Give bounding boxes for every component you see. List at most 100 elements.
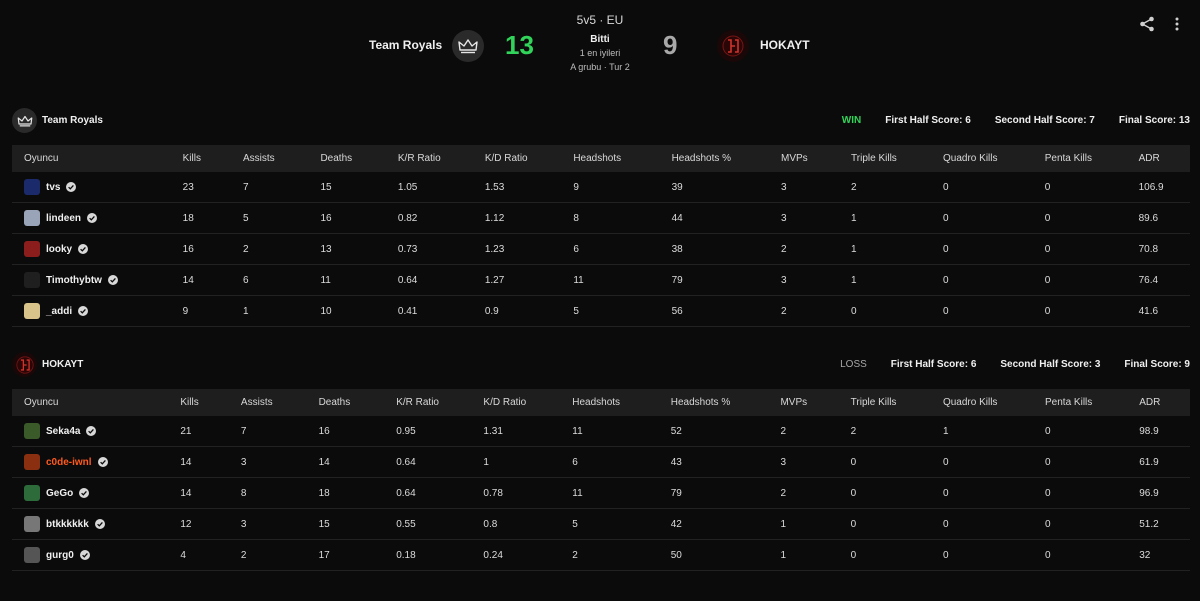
column-header[interactable]: Headshots % xyxy=(659,145,769,172)
stat-cell: 2 xyxy=(768,477,839,509)
column-header[interactable]: Kills xyxy=(170,145,232,172)
player-name[interactable]: Seka4a xyxy=(46,426,80,437)
stat-cell: 0 xyxy=(839,295,932,327)
column-header[interactable]: Penta Kills xyxy=(1032,145,1127,172)
team2-score: 9 xyxy=(663,30,678,60)
column-header[interactable]: K/R Ratio xyxy=(385,145,473,172)
avatar[interactable] xyxy=(24,547,40,563)
match-group: A grubu · Tur 2 xyxy=(570,62,630,72)
table-row[interactable]: GeGo 14 8 18 0.64 0.78 11 79 2 0 0 0 96.9 xyxy=(12,477,1190,509)
table-row[interactable]: c0de-iwnl 14 3 14 0.64 1 6 43 3 0 0 0 61.9 xyxy=(12,446,1190,478)
player-cell[interactable]: lindeen xyxy=(12,202,171,234)
table-row[interactable]: looky 16 2 13 0.73 1.23 6 38 2 1 0 0 70.8 xyxy=(12,233,1190,265)
team1-second-half: Second Half Score: 7 xyxy=(994,115,1095,126)
team2-name[interactable]: HOKAYT xyxy=(760,38,810,52)
stat-cell: 10 xyxy=(308,295,386,327)
player-name[interactable]: c0de-iwnl xyxy=(46,457,92,468)
team2-logo[interactable] xyxy=(717,30,749,62)
column-header[interactable]: Deaths xyxy=(308,145,386,172)
player-cell[interactable]: Seka4a xyxy=(12,416,169,447)
stat-cell: 0 xyxy=(1032,264,1127,296)
team2-section-logo xyxy=(12,352,37,377)
player-name[interactable]: btkkkkkk xyxy=(46,519,89,530)
table-row[interactable]: Seka4a 21 7 16 0.95 1.31 11 52 2 2 1 0 98.9 xyxy=(12,416,1190,447)
column-header[interactable]: Penta Kills xyxy=(1033,389,1128,416)
player-cell[interactable]: looky xyxy=(12,233,171,265)
player-cell[interactable]: tvs xyxy=(12,172,171,203)
player-cell[interactable]: GeGo xyxy=(12,477,169,509)
stat-cell: 0 xyxy=(930,539,1034,571)
table-row[interactable]: _addi 9 1 10 0.41 0.9 5 56 2 0 0 0 41.6 xyxy=(12,295,1190,327)
player-name[interactable]: tvs xyxy=(46,182,60,193)
player-cell[interactable]: gurg0 xyxy=(12,539,169,571)
player-name[interactable]: looky xyxy=(46,244,72,255)
team1-first-half: First Half Score: 6 xyxy=(885,115,971,126)
avatar[interactable] xyxy=(24,516,40,532)
table-row[interactable]: gurg0 4 2 17 0.18 0.24 2 50 1 0 0 0 32 xyxy=(12,539,1190,571)
column-header[interactable]: Oyuncu xyxy=(12,389,169,416)
player-cell[interactable]: _addi xyxy=(12,295,171,327)
column-header[interactable]: MVPs xyxy=(768,389,839,416)
column-header[interactable]: Quadro Kills xyxy=(931,145,1033,172)
stat-cell: 0 xyxy=(931,202,1033,234)
stat-cell: 11 xyxy=(560,477,659,509)
avatar[interactable] xyxy=(24,423,40,439)
more-options-icon[interactable] xyxy=(1171,16,1183,32)
player-name[interactable]: lindeen xyxy=(46,213,81,224)
column-header[interactable]: Triple Kills xyxy=(839,145,932,172)
column-header[interactable]: Headshots % xyxy=(658,389,769,416)
stat-cell: 0.64 xyxy=(384,477,472,509)
stat-cell: 14 xyxy=(168,477,229,509)
column-header[interactable]: Kills xyxy=(168,389,229,416)
column-header[interactable]: Deaths xyxy=(306,389,385,416)
team2-scores: LOSS First Half Score: 6 Second Half Sco… xyxy=(816,359,1190,370)
avatar[interactable] xyxy=(24,179,40,195)
column-header[interactable]: Oyuncu xyxy=(12,145,171,172)
avatar[interactable] xyxy=(24,303,40,319)
table-row[interactable]: btkkkkkk 12 3 15 0.55 0.8 5 42 1 0 0 0 51.2 xyxy=(12,508,1190,540)
stat-cell: 9 xyxy=(561,172,660,203)
table-row[interactable]: lindeen 18 5 16 0.82 1.12 8 44 3 1 0 0 89.6 xyxy=(12,202,1190,234)
column-header[interactable]: K/R Ratio xyxy=(384,389,472,416)
player-cell[interactable]: btkkkkkk xyxy=(12,508,169,540)
stat-cell: 42 xyxy=(658,508,769,540)
column-header[interactable]: K/D Ratio xyxy=(472,145,562,172)
column-header[interactable]: MVPs xyxy=(769,145,840,172)
avatar[interactable] xyxy=(24,454,40,470)
share-icon[interactable] xyxy=(1139,16,1155,32)
player-name[interactable]: gurg0 xyxy=(46,550,74,561)
stat-cell: 0 xyxy=(931,172,1033,203)
player-cell[interactable]: Timothybtw xyxy=(12,264,171,296)
stat-cell: 2 xyxy=(769,295,840,327)
column-header[interactable]: Assists xyxy=(231,145,309,172)
team1-result: WIN xyxy=(841,115,862,126)
stat-cell: 76.4 xyxy=(1126,264,1190,296)
player-name[interactable]: Timothybtw xyxy=(46,275,102,286)
table-row[interactable]: tvs 23 7 15 1.05 1.53 9 39 3 2 0 0 106.9 xyxy=(12,172,1190,203)
team2-section-name[interactable]: HOKAYT xyxy=(42,359,83,370)
avatar[interactable] xyxy=(24,485,40,501)
column-header[interactable]: Assists xyxy=(228,389,307,416)
stat-cell: 7 xyxy=(228,416,307,447)
player-name[interactable]: _addi xyxy=(46,306,72,317)
avatar[interactable] xyxy=(24,272,40,288)
column-header[interactable]: Triple Kills xyxy=(838,389,931,416)
table-row[interactable]: Timothybtw 14 6 11 0.64 1.27 11 79 3 1 0 0 76.4 xyxy=(12,264,1190,296)
team1-section-name[interactable]: Team Royals xyxy=(42,115,103,126)
avatar[interactable] xyxy=(24,241,40,257)
column-header[interactable]: Headshots xyxy=(561,145,660,172)
stat-cell: 0 xyxy=(931,264,1033,296)
player-name[interactable]: GeGo xyxy=(46,488,73,499)
avatar[interactable] xyxy=(24,210,40,226)
stat-cell: 2 xyxy=(838,416,931,447)
stat-cell: 0 xyxy=(930,477,1034,509)
player-cell[interactable]: c0de-iwnl xyxy=(12,446,169,478)
column-header[interactable]: K/D Ratio xyxy=(471,389,561,416)
column-header[interactable]: ADR xyxy=(1126,145,1190,172)
stat-cell: 3 xyxy=(228,508,307,540)
column-header[interactable]: ADR xyxy=(1127,389,1190,416)
verified-icon xyxy=(79,488,90,498)
column-header[interactable]: Quadro Kills xyxy=(930,389,1034,416)
match-status: Bitti xyxy=(590,34,610,45)
column-header[interactable]: Headshots xyxy=(560,389,659,416)
